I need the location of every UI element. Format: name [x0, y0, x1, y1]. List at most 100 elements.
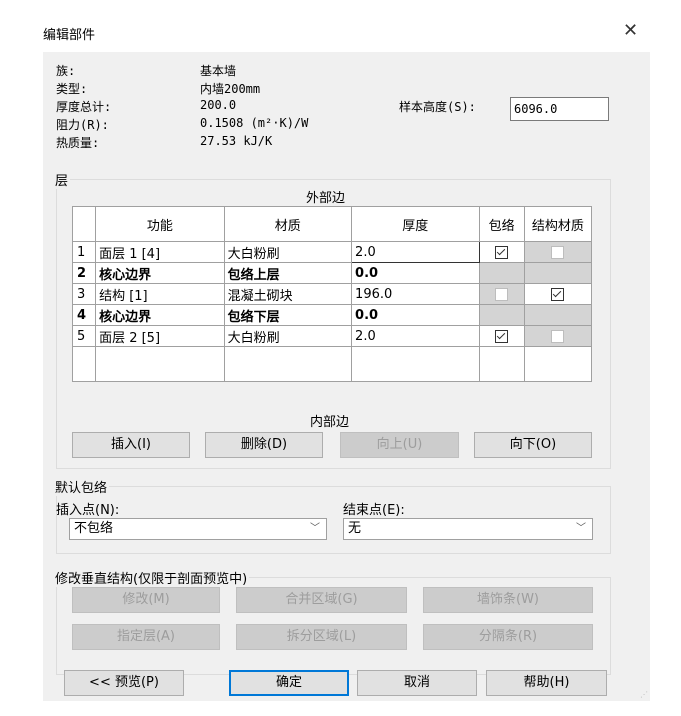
wraps-checkbox[interactable]	[495, 329, 509, 343]
type-value: 内墙200mm	[200, 82, 261, 96]
dialog-body: 族: 基本墙 类型: 内墙200mm 厚度总计: 200.0 阻力(R): 0.…	[43, 52, 650, 701]
structural-material-cell	[523, 241, 593, 263]
layer-thickness-cell[interactable]: 0.0	[351, 304, 480, 326]
wraps-cell[interactable]	[478, 241, 525, 263]
layer-function-cell[interactable]: 面层 1 [4]	[95, 241, 225, 263]
merge-regions-button[interactable]: 合并区域(G)	[236, 587, 407, 613]
row-number: 2	[71, 262, 97, 284]
wraps-cell[interactable]	[478, 325, 525, 347]
dialog-title: 编辑部件	[43, 28, 96, 43]
empty-cell[interactable]	[351, 346, 480, 382]
interior-side-label: 内部边	[310, 415, 350, 430]
table-row[interactable]: 1 面层 1 [4] 大白粉刷 2.0	[71, 241, 593, 263]
structural-material-checkbox	[551, 329, 565, 343]
layer-material-cell[interactable]: 包络上层	[223, 262, 353, 284]
thickness-total-value: 200.0	[200, 98, 237, 112]
default-wrapping-group-label: 默认包络	[53, 477, 110, 496]
layer-material-cell[interactable]: 包络下层	[223, 304, 353, 326]
cancel-button[interactable]: 取消	[357, 670, 477, 696]
layer-function-cell[interactable]: 核心边界	[95, 304, 225, 326]
layers-group-label: 层	[53, 170, 71, 189]
family-label: 族:	[56, 64, 76, 78]
empty-cell[interactable]	[95, 346, 225, 382]
end-point-label: 结束点(E):	[343, 503, 405, 518]
move-down-button[interactable]: 向下(O)	[474, 432, 592, 458]
insert-point-select[interactable]: 不包络 ﹀	[69, 518, 327, 540]
row-number: 4	[71, 304, 97, 326]
delete-button[interactable]: 删除(D)	[205, 432, 323, 458]
structural-material-checkbox[interactable]	[551, 287, 565, 301]
table-row[interactable]: 2 核心边界 包络上层 0.0	[71, 262, 593, 284]
vertical-structure-group-label: 修改垂直结构(仅限于剖面预览中)	[53, 568, 250, 587]
structural-material-cell	[523, 304, 593, 326]
end-point-value: 无	[348, 521, 362, 536]
layer-thickness-cell[interactable]: 2.0	[351, 325, 480, 347]
row-number: 5	[71, 325, 97, 347]
empty-cell[interactable]	[223, 346, 353, 382]
column-header-wraps[interactable]: 包络	[478, 206, 525, 242]
type-label: 类型:	[56, 82, 88, 96]
move-up-button[interactable]: 向上(U)	[340, 432, 459, 458]
column-header-structural-material[interactable]: 结构材质	[523, 206, 593, 242]
resistance-label: 阻力(R):	[56, 118, 109, 132]
reveals-button[interactable]: 分隔条(R)	[423, 624, 593, 650]
layer-function-cell[interactable]: 面层 2 [5]	[95, 325, 225, 347]
empty-cell[interactable]	[478, 346, 525, 382]
table-header-row: 功能 材质 厚度 包络 结构材质	[71, 206, 593, 242]
layer-thickness-cell[interactable]: 0.0	[351, 262, 480, 284]
preview-button[interactable]: << 预览(P)	[64, 670, 184, 696]
family-value: 基本墙	[200, 64, 237, 78]
empty-cell[interactable]	[523, 346, 593, 382]
table-row-empty[interactable]	[71, 346, 593, 382]
wraps-cell	[478, 283, 525, 305]
wraps-checkbox[interactable]	[495, 245, 509, 259]
modify-button[interactable]: 修改(M)	[72, 587, 220, 613]
structural-material-cell	[523, 262, 593, 284]
split-region-button[interactable]: 拆分区域(L)	[236, 624, 407, 650]
wraps-cell	[478, 304, 525, 326]
insert-point-value: 不包络	[74, 521, 114, 536]
check-icon	[553, 288, 562, 297]
layer-function-cell[interactable]: 结构 [1]	[95, 283, 225, 305]
layer-thickness-cell[interactable]: 196.0	[351, 283, 480, 305]
chevron-down-icon: ﹀	[576, 523, 586, 534]
insert-point-label: 插入点(N):	[56, 503, 120, 518]
row-number: 1	[71, 241, 97, 263]
table-row[interactable]: 5 面层 2 [5] 大白粉刷 2.0	[71, 325, 593, 347]
assign-layers-button[interactable]: 指定层(A)	[72, 624, 220, 650]
column-header-material[interactable]: 材质	[223, 206, 353, 242]
close-icon[interactable]: ✕	[623, 20, 638, 41]
check-icon	[496, 330, 506, 339]
layer-thickness-cell[interactable]: 2.0	[351, 241, 480, 263]
column-header-thickness[interactable]: 厚度	[351, 206, 480, 242]
table-row[interactable]: 4 核心边界 包络下层 0.0	[71, 304, 593, 326]
sweeps-button[interactable]: 墙饰条(W)	[423, 587, 593, 613]
end-point-select[interactable]: 无 ﹀	[343, 518, 593, 540]
layer-function-cell[interactable]: 核心边界	[95, 262, 225, 284]
wraps-cell	[478, 262, 525, 284]
ok-button[interactable]: 确定	[229, 670, 349, 696]
layer-material-cell[interactable]: 大白粉刷	[223, 241, 353, 263]
chevron-down-icon: ﹀	[310, 523, 320, 534]
sample-height-input[interactable]: 6096.0	[510, 97, 609, 121]
insert-button[interactable]: 插入(I)	[72, 432, 190, 458]
wraps-checkbox	[495, 287, 509, 301]
row-number: 3	[71, 283, 97, 305]
resize-grip-icon[interactable]: ⋰	[640, 690, 648, 699]
row-number	[71, 346, 97, 382]
sample-height-label: 样本高度(S):	[399, 100, 476, 114]
thermal-mass-label: 热质量:	[56, 136, 100, 150]
layer-material-cell[interactable]: 大白粉刷	[223, 325, 353, 347]
table-row[interactable]: 3 结构 [1] 混凝土砌块 196.0	[71, 283, 593, 305]
structural-material-cell	[523, 325, 593, 347]
check-icon	[496, 246, 506, 255]
thermal-mass-value: 27.53 kJ/K	[200, 134, 273, 148]
structural-material-cell[interactable]	[523, 283, 593, 305]
thickness-total-label: 厚度总计:	[56, 100, 112, 114]
resistance-value: 0.1508 (m²·K)/W	[200, 116, 309, 130]
help-button[interactable]: 帮助(H)	[486, 670, 607, 696]
column-header-function[interactable]: 功能	[95, 206, 225, 242]
row-number-header	[71, 206, 97, 242]
layers-table: 功能 材质 厚度 包络 结构材质 1 面层 1 [4] 大白粉刷 2.0 2 核…	[71, 206, 593, 382]
layer-material-cell[interactable]: 混凝土砌块	[223, 283, 353, 305]
